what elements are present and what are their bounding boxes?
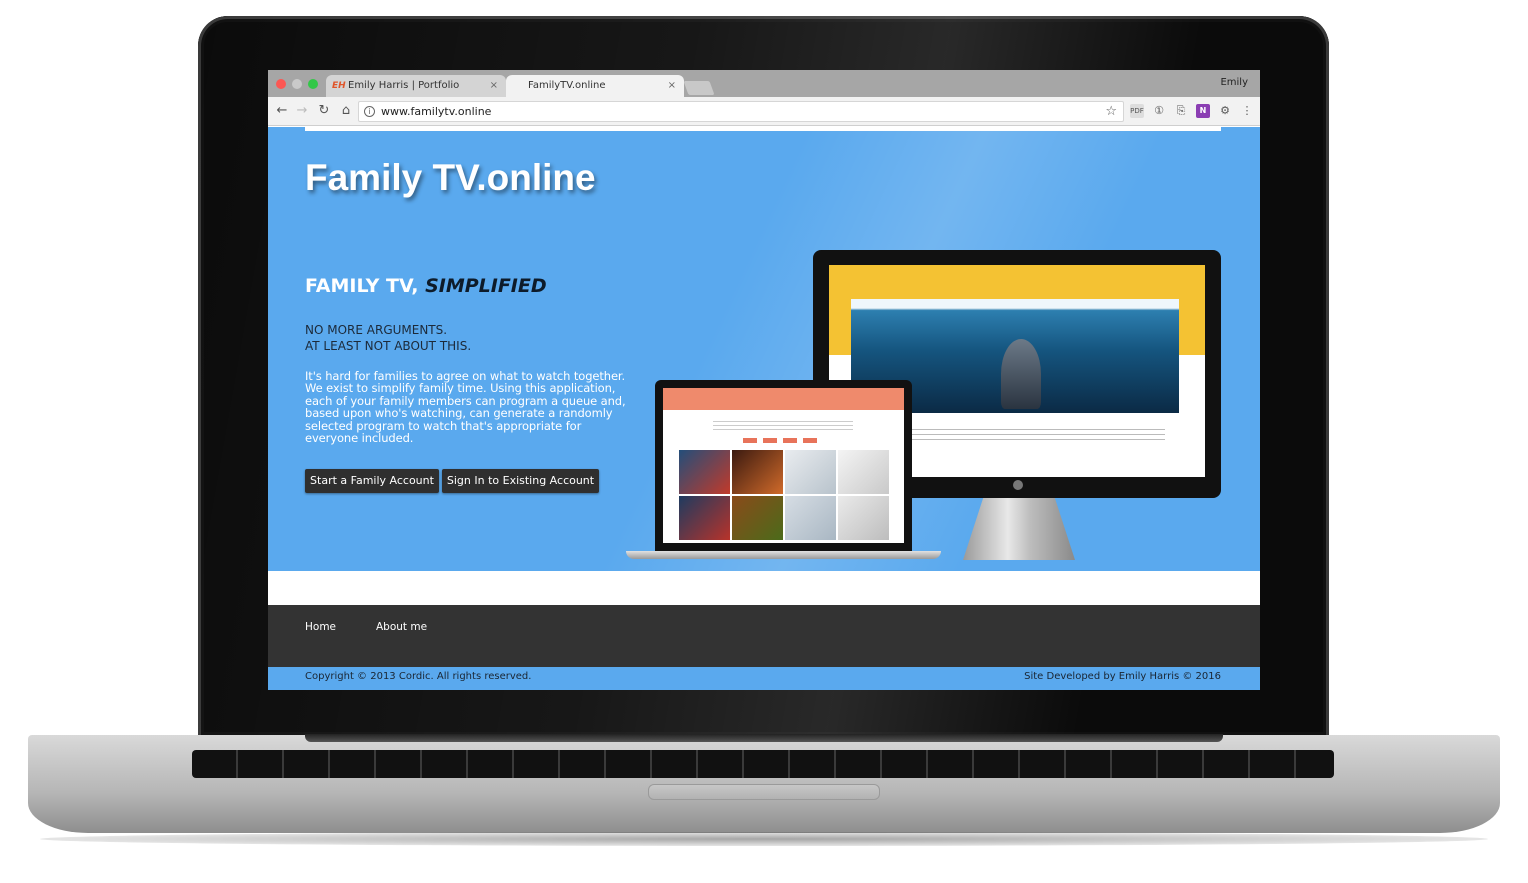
browser-tab-bar: EH Emily Harris | Portfolio × ▯ FamilyTV… [268,70,1260,690]
thumbnail [838,450,889,494]
home-icon[interactable]: ⌂ [338,103,354,119]
settings-gear-icon[interactable]: ⚙ [1218,104,1232,118]
tagline: FAMILY TV, SIMPLIFIED [305,275,547,297]
subheading: NO MORE ARGUMENTS. AT LEAST NOT ABOUT TH… [305,322,471,354]
url-text[interactable]: www.familytv.online [381,105,491,118]
close-tab-icon[interactable]: × [668,75,676,97]
thumbnail [785,450,836,494]
subheading-line-2: AT LEAST NOT ABOUT THIS. [305,339,472,353]
developer-credit: Site Developed by Emily Harris © 2016 [1024,671,1221,682]
reload-icon[interactable]: ↻ [316,103,332,119]
thumbnail-grid [679,450,889,540]
new-tab-button[interactable] [683,81,715,95]
web-page: Family TV.online FAMILY TV, SIMPLIFIED N… [268,127,1260,690]
tab-label: Emily Harris | Portfolio [348,80,460,91]
hero-section: Family TV.online FAMILY TV, SIMPLIFIED N… [268,127,1260,571]
footer-bar: Copyright © 2013 Cordic. All rights rese… [268,667,1260,690]
apple-logo-icon [1013,480,1023,490]
back-arrow-icon[interactable]: ← [274,103,290,119]
laptop-mockup-base [626,551,941,559]
tagline-emphasis: SIMPLIFIED [425,275,547,297]
laptop-keyboard [192,750,1334,778]
tagline-main: FAMILY TV, [305,275,426,297]
description-text: It's hard for families to agree on what … [305,369,626,446]
laptop-mockup-text [713,418,853,430]
close-window-button[interactable] [276,79,286,89]
address-bar[interactable]: i www.familytv.online ☆ [358,101,1124,122]
tab-label: FamilyTV.online [528,80,606,91]
menu-kebab-icon[interactable]: ⋮ [1240,104,1254,118]
laptop-trackpad [648,784,880,800]
laptop-mockup-tags [743,438,823,443]
pdf-extension-icon[interactable]: PDF [1130,104,1144,118]
profile-name[interactable]: Emily [1220,77,1248,88]
laptop-mockup [655,380,912,551]
sign-in-button[interactable]: Sign In to Existing Account [442,469,599,493]
subheading-line-1: NO MORE ARGUMENTS. [305,323,448,337]
thumbnail [679,450,730,494]
portfolio-favicon-icon: EH [332,81,346,91]
bookmark-star-icon[interactable]: ☆ [1105,104,1117,119]
browser-toolbar: ← → ↻ ⌂ i www.familytv.online ☆ PDF ① ⎘ … [268,97,1260,126]
laptop-shadow [40,832,1488,846]
copyright-text: Copyright © 2013 Cordic. All rights rese… [305,671,532,682]
minimize-window-button[interactable] [292,79,302,89]
tab-portfolio[interactable]: EH Emily Harris | Portfolio × [326,75,506,97]
laptop-mockup-screen [663,388,904,543]
forward-arrow-icon[interactable]: → [294,103,310,119]
monitor-body-text [869,425,1165,441]
clipper-extension-icon[interactable]: ⎘ [1174,104,1188,118]
close-tab-icon[interactable]: × [490,75,498,97]
tab-familytv[interactable]: ▯ FamilyTV.online × [506,75,1260,690]
laptop-mockup-header [663,388,904,410]
site-title[interactable]: Family TV.online [305,157,596,199]
maximize-window-button[interactable] [308,79,318,89]
laptop-hinge [305,734,1223,742]
footer-link-about[interactable]: About me [376,621,427,633]
footer-link-home[interactable]: Home [305,621,336,633]
thumbnail [732,450,783,494]
hero-top-bar [305,127,1221,131]
password-extension-icon[interactable]: ① [1152,104,1166,118]
shark-image [1001,339,1041,409]
site-info-icon[interactable]: i [364,106,375,117]
start-family-account-button[interactable]: Start a Family Account [305,469,439,493]
footer-nav: Home About me [268,605,1260,667]
thumbnail [838,496,889,540]
laptop-screen: EH Emily Harris | Portfolio × ▯ FamilyTV… [268,70,1260,690]
thumbnail [732,496,783,540]
thumbnail [679,496,730,540]
onenote-extension-icon[interactable]: N [1196,104,1210,118]
thumbnail [785,496,836,540]
